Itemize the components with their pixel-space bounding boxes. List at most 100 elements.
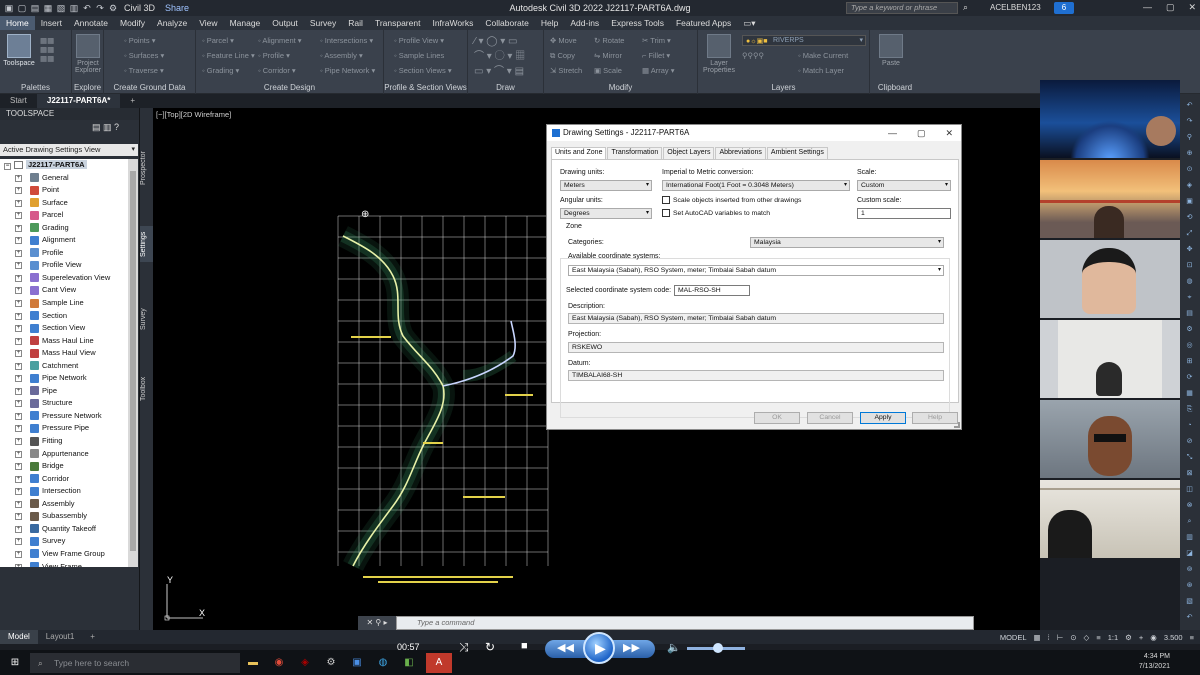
lineweight-icon[interactable]: ≡ bbox=[1096, 633, 1100, 642]
nav-tool-icon[interactable]: ⊞ bbox=[1185, 358, 1194, 366]
nav-tool-icon[interactable]: ✥ bbox=[1185, 246, 1194, 254]
expand-icon[interactable]: + bbox=[15, 438, 22, 446]
grading-button[interactable]: ◦ Grading ▾ bbox=[202, 66, 239, 75]
layer-properties-button[interactable]: Layer Properties bbox=[702, 34, 736, 78]
expand-icon[interactable]: + bbox=[15, 525, 22, 533]
polar-icon[interactable]: ⊙ bbox=[1070, 633, 1076, 642]
surfaces-button[interactable]: ◦ Surfaces ▾ bbox=[124, 51, 164, 60]
file-explorer-icon[interactable]: ▬ bbox=[240, 653, 266, 673]
taskbar-search-input[interactable]: ⌕ Type here to search bbox=[30, 652, 240, 673]
maximize-icon[interactable]: ▢ bbox=[1166, 2, 1175, 13]
categories-select[interactable]: Malaysia ▾ bbox=[750, 237, 944, 248]
tree-item-superelevation-view[interactable]: + Superelevation View bbox=[0, 272, 128, 285]
collapse-icon[interactable]: − bbox=[4, 163, 11, 170]
ribbon-tab-collaborate[interactable]: Collaborate bbox=[479, 16, 534, 30]
nav-tool-icon[interactable]: ⎘ bbox=[1185, 406, 1194, 414]
app-menu-icon[interactable]: ▣ bbox=[4, 3, 14, 13]
toolspace-view-select[interactable]: Active Drawing Settings View ▾ bbox=[0, 144, 138, 156]
nav-tool-icon[interactable]: ⊕ bbox=[1185, 150, 1194, 158]
angular-units-select[interactable]: Degrees ▾ bbox=[560, 208, 652, 219]
copy-button[interactable]: ⧉ Copy bbox=[550, 51, 575, 61]
rewind-icon[interactable]: ◀◀ bbox=[557, 641, 574, 654]
nav-tool-icon[interactable]: ⊡ bbox=[1185, 262, 1194, 270]
paste-button[interactable]: Paste bbox=[874, 34, 908, 78]
tree-item-appurtenance[interactable]: + Appurtenance bbox=[0, 448, 128, 461]
minimize-icon[interactable]: — bbox=[888, 125, 897, 141]
nav-tool-icon[interactable]: ⚲ bbox=[1185, 134, 1194, 142]
tree-item-parcel[interactable]: + Parcel bbox=[0, 209, 128, 222]
maximize-icon[interactable]: ▢ bbox=[917, 125, 926, 141]
ribbon-tab-insert[interactable]: Insert bbox=[35, 16, 68, 30]
project-explorer-button[interactable]: Project Explorer bbox=[72, 34, 104, 78]
array-button[interactable]: ▦ Array ▾ bbox=[642, 66, 675, 75]
tab-object-layers[interactable]: Object Layers bbox=[663, 147, 715, 159]
tree-item-fitting[interactable]: + Fitting bbox=[0, 435, 128, 448]
chrome-icon[interactable]: ◉ bbox=[266, 653, 292, 673]
share-button[interactable]: Share bbox=[165, 3, 189, 13]
custom-scale-input[interactable]: 1 bbox=[857, 208, 951, 219]
undo-icon[interactable]: ↶ bbox=[82, 3, 92, 13]
section-views-button[interactable]: ◦ Section Views ▾ bbox=[394, 66, 452, 75]
tree-item-view-frame[interactable]: + View Frame bbox=[0, 561, 128, 567]
expand-icon[interactable]: + bbox=[15, 174, 22, 182]
tab-drawing[interactable]: J22117-PART6A* bbox=[36, 94, 121, 108]
tree-item-mass-haul-line[interactable]: + Mass Haul Line bbox=[0, 335, 128, 348]
system-tray-clock[interactable]: 4:34 PM 7/13/2021 bbox=[1139, 652, 1170, 672]
settings-icon[interactable]: ⚙ bbox=[1125, 633, 1132, 642]
annotation-scale[interactable]: 1:1 bbox=[1108, 633, 1118, 642]
tree-item-bridge[interactable]: + Bridge bbox=[0, 460, 128, 473]
ribbon-tab-output[interactable]: Output bbox=[266, 16, 304, 30]
tab-transformation[interactable]: Transformation bbox=[607, 147, 663, 159]
nav-tool-icon[interactable]: ⊗ bbox=[1185, 502, 1194, 510]
nav-tool-icon[interactable]: ↶ bbox=[1185, 614, 1194, 622]
expand-icon[interactable]: + bbox=[15, 362, 22, 370]
expand-icon[interactable]: + bbox=[15, 300, 22, 308]
layer-tool-icons[interactable]: ⚲⚲⚲⚲ bbox=[742, 51, 764, 60]
profile-view-button[interactable]: ◦ Profile View ▾ bbox=[394, 36, 444, 45]
expand-icon[interactable]: + bbox=[15, 212, 22, 220]
command-line-icons[interactable]: ✕ ⚲ ▸ bbox=[358, 616, 396, 630]
tree-item-mass-haul-view[interactable]: + Mass Haul View bbox=[0, 347, 128, 360]
nav-tool-icon[interactable]: ◔ bbox=[1185, 422, 1194, 430]
workspace-selector[interactable]: Civil 3D bbox=[124, 3, 155, 13]
tab-settings[interactable]: Settings bbox=[140, 226, 153, 262]
parcel-button[interactable]: ◦ Parcel ▾ bbox=[202, 36, 234, 45]
expand-icon[interactable]: + bbox=[15, 350, 22, 358]
expand-icon[interactable]: + bbox=[15, 262, 22, 270]
drawing-units-select[interactable]: Meters ▾ bbox=[560, 180, 652, 191]
tree-item-surface[interactable]: + Surface bbox=[0, 197, 128, 210]
ribbon-tab-add-ins[interactable]: Add-ins bbox=[564, 16, 605, 30]
model-space-toggle[interactable]: MODEL bbox=[1000, 633, 1027, 642]
expand-icon[interactable]: + bbox=[15, 563, 22, 567]
draw-tools-icons[interactable]: ⁄ ▾ ◯ ▾ ▭ ⌒ ▾ ◯ ▾ ▦ ▭ ▾ ⌒ ▾ ▤ bbox=[474, 36, 525, 77]
nav-tool-icon[interactable]: ⊠ bbox=[1185, 470, 1194, 478]
osnap-icon[interactable]: ◇ bbox=[1084, 633, 1090, 642]
profile-button[interactable]: ◦ Profile ▾ bbox=[258, 51, 290, 60]
ok-button[interactable]: OK bbox=[754, 412, 800, 424]
nav-tool-icon[interactable]: ◍ bbox=[1185, 278, 1194, 286]
tree-item-section[interactable]: + Section bbox=[0, 310, 128, 323]
ribbon-tab-home[interactable]: Home bbox=[0, 16, 35, 30]
expand-icon[interactable]: + bbox=[15, 337, 22, 345]
redo-icon[interactable]: ↷ bbox=[95, 3, 105, 13]
expand-icon[interactable]: + bbox=[15, 237, 22, 245]
tab-start[interactable]: Start bbox=[0, 94, 37, 108]
participant-video[interactable] bbox=[1040, 80, 1180, 158]
open-file-icon[interactable]: ▤ bbox=[30, 3, 40, 13]
participant-video[interactable] bbox=[1040, 160, 1180, 238]
stretch-button[interactable]: ⇲ Stretch bbox=[550, 66, 582, 75]
tree-item-pressure-pipe[interactable]: + Pressure Pipe bbox=[0, 422, 128, 435]
checkbox-box[interactable] bbox=[662, 196, 670, 204]
corridor-button[interactable]: ◦ Corridor ▾ bbox=[258, 66, 296, 75]
workspace-icon[interactable]: ◉ bbox=[1150, 633, 1157, 642]
nav-tool-icon[interactable]: ◪ bbox=[1185, 550, 1194, 558]
checkbox-box[interactable] bbox=[662, 209, 670, 217]
nav-tool-icon[interactable]: ▥ bbox=[1185, 534, 1194, 542]
tree-item-pressure-network[interactable]: + Pressure Network bbox=[0, 410, 128, 423]
notifications-badge[interactable]: 6 bbox=[1054, 2, 1074, 14]
participant-video[interactable] bbox=[1040, 400, 1180, 478]
available-systems-select[interactable]: East Malaysia (Sabah), RSO System, meter… bbox=[568, 265, 944, 276]
tree-item-profile-view[interactable]: + Profile View bbox=[0, 259, 128, 272]
tab-model[interactable]: Model bbox=[0, 630, 38, 644]
ribbon-tab-help[interactable]: Help bbox=[535, 16, 564, 30]
